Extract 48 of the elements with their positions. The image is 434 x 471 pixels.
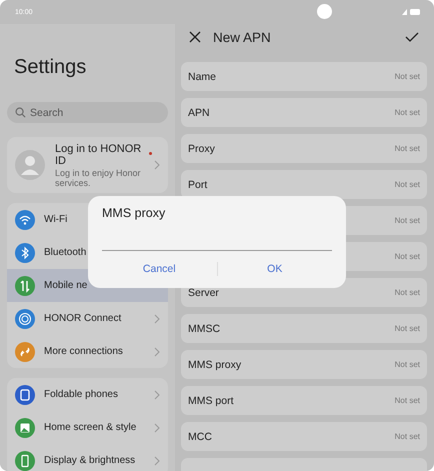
setting-label: Port (188, 178, 208, 190)
setting-label: Server (188, 286, 219, 298)
setting-value: Not set (394, 108, 420, 117)
apn-setting-row[interactable]: Name Not set (181, 62, 427, 91)
confirm-check-icon[interactable] (405, 32, 419, 42)
setting-value: Not set (394, 288, 420, 297)
account-subtitle: Log in to enjoy Honor services. (55, 168, 142, 188)
setting-label: MCC (188, 430, 212, 442)
apn-setting-row[interactable]: Proxy Not set (181, 134, 427, 163)
search-field[interactable]: Search (7, 102, 168, 123)
dialog-button[interactable]: OK (218, 257, 332, 281)
settings-title: Settings (14, 56, 88, 80)
apn-setting-row[interactable]: MMSC Not set (181, 314, 427, 343)
apn-setting-row[interactable]: MMS proxy Not set (181, 350, 427, 379)
setting-label: MMS port (188, 394, 234, 406)
apn-setting-row[interactable]: MCC Not set (181, 422, 427, 451)
settings-item[interactable]: Display & brightness (7, 444, 168, 471)
setting-value: Not set (394, 180, 420, 189)
avatar-icon (15, 150, 45, 180)
setting-label: Proxy (188, 142, 215, 154)
setting-value: Not set (394, 432, 420, 441)
apn-setting-row[interactable]: MMS port Not set (181, 386, 427, 415)
setting-value: Not set (394, 144, 420, 153)
search-icon (15, 107, 26, 118)
chevron-icon (154, 160, 160, 170)
setting-value: Not set (394, 72, 420, 81)
setting-value: Not set (394, 360, 420, 369)
close-icon[interactable] (189, 31, 201, 43)
dialog-title: MMS proxy (102, 206, 166, 220)
apn-setting-row[interactable]: APN Not set (181, 98, 427, 127)
settings-item[interactable]: Foldable phones (7, 378, 168, 411)
setting-value: Not set (394, 252, 420, 261)
settings-item[interactable]: Home screen & style (7, 411, 168, 444)
setting-label: Name (188, 70, 216, 82)
settings-item[interactable]: HONOR Connect (7, 302, 168, 335)
screen-title: New APN (213, 30, 271, 44)
account-title: Log in to HONOR ID (55, 142, 142, 166)
setting-value: Not set (394, 396, 420, 405)
setting-label: MMSC (188, 322, 220, 334)
battery-icon (402, 8, 422, 16)
apn-setting-row[interactable]: Port Not set (181, 170, 427, 199)
setting-label: APN (188, 106, 210, 118)
setting-label: MMS proxy (188, 358, 242, 370)
setting-value: Not set (394, 216, 420, 225)
account-card[interactable]: Log in to HONOR ID Log in to enjoy Honor services. (7, 137, 168, 193)
camera-dot (317, 4, 332, 19)
settings-item[interactable]: More connections (7, 335, 168, 368)
setting-value: Not set (394, 324, 420, 333)
